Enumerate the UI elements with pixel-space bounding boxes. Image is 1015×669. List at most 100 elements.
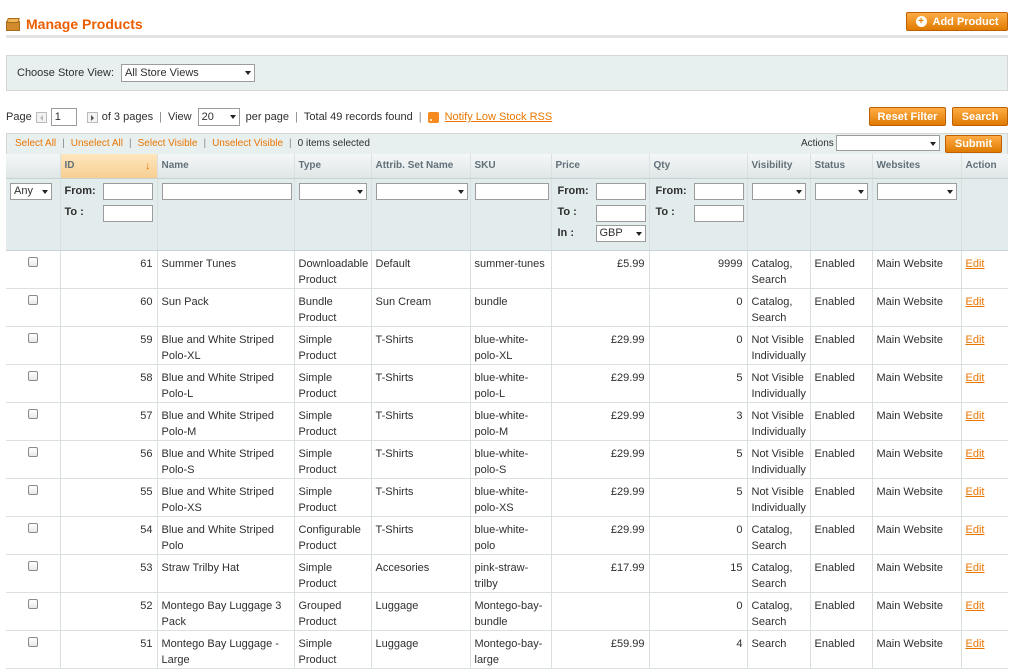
cell-visibility: Not Visible Individually xyxy=(747,326,811,365)
table-row[interactable]: 57 Blue and White Striped Polo-M Simple Pr… xyxy=(6,402,1008,441)
currency-select[interactable]: GBP xyxy=(595,224,646,242)
cell-visibility: Catalog, Search xyxy=(747,516,811,555)
edit-link[interactable]: Edit xyxy=(966,258,985,270)
table-row[interactable]: 61 Summer Tunes Downloadable Product Defaul… xyxy=(6,250,1008,289)
page-header: Manage Products + Add Product xyxy=(6,10,1008,38)
col-id[interactable]: ID ↓ xyxy=(60,154,158,179)
col-status[interactable]: Status xyxy=(810,154,873,179)
unselect-all-link[interactable]: Unselect All xyxy=(71,138,123,149)
col-qty[interactable]: Qty xyxy=(649,154,748,179)
table-row[interactable]: 53 Straw Trilby Hat Simple Product Accesori… xyxy=(6,554,1008,593)
edit-link[interactable]: Edit xyxy=(966,448,985,460)
cell-attrib-set: Luggage xyxy=(371,630,471,669)
filter-websites-cell xyxy=(872,178,962,251)
search-button[interactable]: Search xyxy=(952,107,1008,126)
table-row[interactable]: 58 Blue and White Striped Polo-L Simple Pr… xyxy=(6,364,1008,403)
cell-visibility: Catalog, Search xyxy=(747,554,811,593)
row-checkbox[interactable] xyxy=(27,598,38,609)
chevron-down-icon xyxy=(795,189,802,194)
row-checkbox[interactable] xyxy=(27,370,38,381)
price-to-input[interactable] xyxy=(595,204,646,222)
select-visible-link[interactable]: Select Visible xyxy=(138,138,198,149)
unselect-visible-link[interactable]: Unselect Visible xyxy=(212,138,283,149)
table-row[interactable]: 59 Blue and White Striped Polo-XL Simple P… xyxy=(6,326,1008,365)
table-row[interactable]: 54 Blue and White Striped Polo Configurabl… xyxy=(6,516,1008,555)
row-checkbox[interactable] xyxy=(27,294,38,305)
store-switcher: Choose Store View: All Store Views xyxy=(6,55,1008,91)
edit-link[interactable]: Edit xyxy=(966,334,985,346)
cell-id: 54 xyxy=(60,516,158,555)
edit-link[interactable]: Edit xyxy=(966,372,985,384)
actions-select[interactable] xyxy=(836,135,940,151)
edit-link[interactable]: Edit xyxy=(966,486,985,498)
cell-qty: 4 xyxy=(649,630,748,669)
submit-button[interactable]: Submit xyxy=(945,135,1002,153)
edit-link[interactable]: Edit xyxy=(966,296,985,308)
table-row[interactable]: 52 Montego Bay Luggage 3 Pack Grouped Prod… xyxy=(6,592,1008,631)
cell-websites: Main Website xyxy=(872,592,962,631)
low-stock-rss-link[interactable]: Notify Low Stock RSS xyxy=(445,111,553,123)
cell-websites: Main Website xyxy=(872,630,962,669)
edit-link[interactable]: Edit xyxy=(966,524,985,536)
row-checkbox[interactable] xyxy=(27,522,38,533)
row-checkbox[interactable] xyxy=(27,484,38,495)
edit-link[interactable]: Edit xyxy=(966,638,985,650)
store-view-select[interactable]: All Store Views xyxy=(121,64,255,82)
table-row[interactable]: 60 Sun Pack Bundle Product Sun Cream bundle 0… xyxy=(6,288,1008,327)
cell-id: 58 xyxy=(60,364,158,403)
id-from-input[interactable] xyxy=(102,182,153,200)
row-checkbox[interactable] xyxy=(27,408,38,419)
price-from-input[interactable] xyxy=(595,182,646,200)
row-checkbox[interactable] xyxy=(27,636,38,647)
page-input[interactable]: 1 xyxy=(50,108,77,126)
select-all-link[interactable]: Select All xyxy=(15,138,56,149)
type-filter-select[interactable] xyxy=(298,182,367,200)
row-checkbox[interactable] xyxy=(27,560,38,571)
cell-websites: Main Website xyxy=(872,478,962,517)
col-attrib-set[interactable]: Attrib. Set Name xyxy=(371,154,471,179)
cell-websites: Main Website xyxy=(872,364,962,403)
reset-filter-button[interactable]: Reset Filter xyxy=(869,107,946,126)
previous-page-icon[interactable] xyxy=(35,111,47,123)
table-row[interactable]: 56 Blue and White Striped Polo-S Simple Pr… xyxy=(6,440,1008,479)
filter-price-cell: From: To : In : GBP xyxy=(551,178,650,251)
table-row[interactable]: 51 Montego Bay Luggage - Large Simple Prod… xyxy=(6,630,1008,669)
col-name[interactable]: Name xyxy=(157,154,295,179)
col-price[interactable]: Price xyxy=(551,154,650,179)
edit-link[interactable]: Edit xyxy=(966,562,985,574)
cell-attrib-set: T-Shirts xyxy=(371,326,471,365)
filter-visibility-cell xyxy=(747,178,811,251)
massaction-links: Select All | Unselect All | Select Visible | U… xyxy=(15,138,370,149)
websites-filter-select[interactable] xyxy=(876,182,957,200)
col-id-label: ID xyxy=(64,159,75,171)
sku-filter-input[interactable] xyxy=(474,182,549,200)
row-checkbox[interactable] xyxy=(27,256,38,267)
edit-link[interactable]: Edit xyxy=(966,410,985,422)
cell-type: Simple Product xyxy=(294,326,372,365)
set-filter-select[interactable] xyxy=(375,182,468,200)
col-visibility[interactable]: Visibility xyxy=(747,154,811,179)
checkbox-filter-select[interactable]: Any xyxy=(10,182,52,200)
price-from-label: From: xyxy=(557,184,589,197)
cell-price: £17.99 xyxy=(551,554,650,593)
col-type[interactable]: Type xyxy=(294,154,372,179)
table-row[interactable]: 55 Blue and White Striped Polo-XS Simple P… xyxy=(6,478,1008,517)
name-filter-input[interactable] xyxy=(161,182,292,200)
price-to-label: To : xyxy=(557,205,577,218)
filter-status-cell xyxy=(810,178,873,251)
qty-from-input[interactable] xyxy=(693,182,744,200)
row-checkbox[interactable] xyxy=(27,332,38,343)
col-websites[interactable]: Websites xyxy=(872,154,962,179)
qty-to-input[interactable] xyxy=(693,204,744,222)
edit-link[interactable]: Edit xyxy=(966,600,985,612)
id-to-input[interactable] xyxy=(102,204,153,222)
next-page-icon[interactable] xyxy=(86,111,98,123)
visibility-filter-select[interactable] xyxy=(751,182,806,200)
cell-action: Edit xyxy=(961,554,1008,593)
status-filter-select[interactable] xyxy=(814,182,868,200)
add-product-button[interactable]: + Add Product xyxy=(906,12,1008,31)
per-page-select[interactable]: 20 xyxy=(197,108,240,126)
row-checkbox[interactable] xyxy=(27,446,38,457)
col-sku[interactable]: SKU xyxy=(470,154,552,179)
cell-checkbox xyxy=(6,440,61,479)
